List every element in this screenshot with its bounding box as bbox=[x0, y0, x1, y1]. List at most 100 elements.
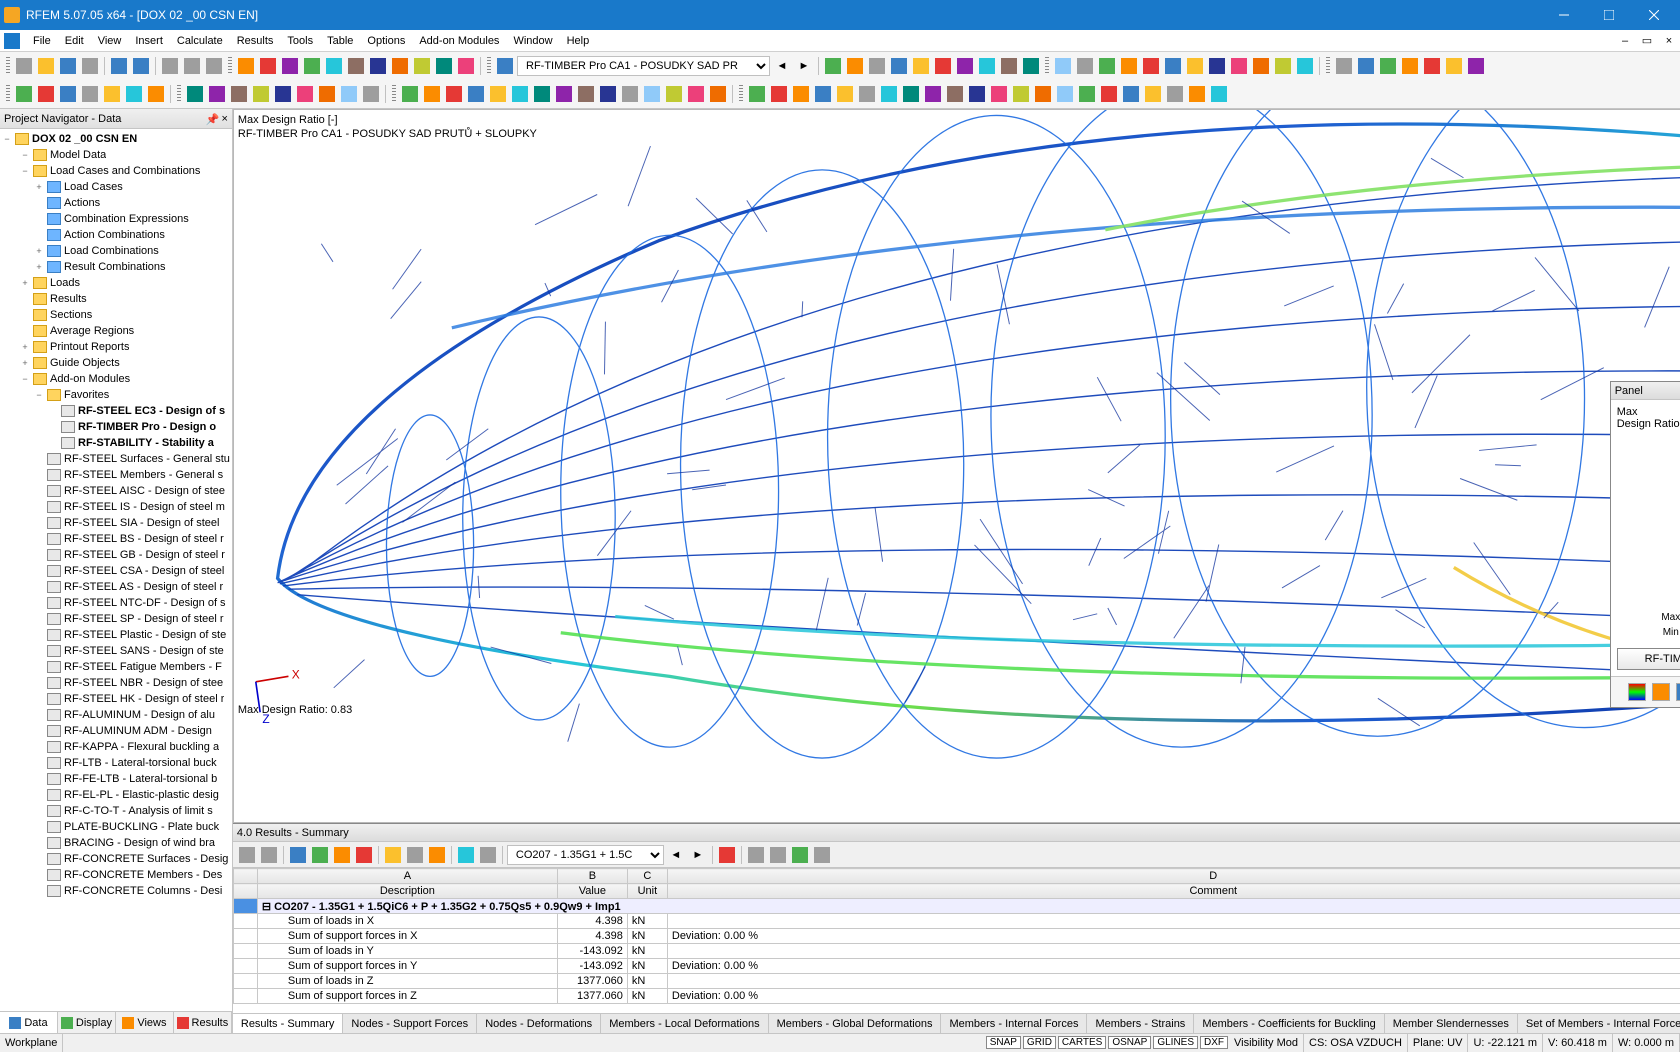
mdi-close-icon[interactable]: × bbox=[1658, 32, 1680, 50]
tb-icon[interactable] bbox=[911, 56, 931, 76]
tree-node[interactable]: RF-STEEL IS - Design of steel m bbox=[2, 499, 230, 515]
tb-icon[interactable] bbox=[620, 84, 640, 104]
next-icon[interactable]: ► bbox=[688, 845, 708, 865]
tree-node[interactable]: RF-TIMBER Pro - Design o bbox=[2, 419, 230, 435]
tb-icon[interactable] bbox=[339, 84, 359, 104]
tb-icon[interactable] bbox=[955, 56, 975, 76]
tb-icon[interactable] bbox=[823, 56, 843, 76]
results-tab[interactable]: Members - Strains bbox=[1087, 1014, 1194, 1033]
tb-icon[interactable] bbox=[708, 84, 728, 104]
tree-node[interactable]: RF-STEEL HK - Design of steel r bbox=[2, 691, 230, 707]
open-module-button[interactable]: RF-TIMBER Pro bbox=[1617, 648, 1680, 670]
grip-icon[interactable] bbox=[228, 57, 232, 75]
tree-node[interactable]: RF-C-TO-T - Analysis of limit s bbox=[2, 803, 230, 819]
grip-icon[interactable] bbox=[6, 57, 10, 75]
tb-icon[interactable] bbox=[1207, 56, 1227, 76]
tb-icon[interactable] bbox=[1021, 56, 1041, 76]
tab-display[interactable]: Display bbox=[58, 1012, 116, 1033]
tb-icon[interactable] bbox=[1187, 84, 1207, 104]
grid-group-row[interactable]: ⊟ CO207 - 1.35G1 + 1.5QiC6 + P + 1.35G2 … bbox=[233, 899, 1680, 914]
tb-icon[interactable] bbox=[295, 84, 315, 104]
tb-icon[interactable] bbox=[102, 84, 122, 104]
snap-button[interactable]: SNAP bbox=[986, 1036, 1021, 1049]
tree-node[interactable]: RF-STEEL NBR - Design of stee bbox=[2, 675, 230, 691]
menu-view[interactable]: View bbox=[91, 30, 129, 52]
results-tab[interactable]: Set of Members - Internal Forces bbox=[1518, 1014, 1680, 1033]
grip-icon[interactable] bbox=[392, 85, 396, 103]
tree-node[interactable]: −Model Data bbox=[2, 147, 230, 163]
grip-icon[interactable] bbox=[6, 85, 10, 103]
flag-icon[interactable] bbox=[717, 845, 737, 865]
tb-icon[interactable] bbox=[1334, 56, 1354, 76]
tb-icon[interactable] bbox=[185, 84, 205, 104]
close-button[interactable] bbox=[1631, 0, 1676, 30]
menu-edit[interactable]: Edit bbox=[58, 30, 91, 52]
tb-icon[interactable] bbox=[642, 84, 662, 104]
tb-icon[interactable] bbox=[532, 84, 552, 104]
tree-node[interactable]: RF-CONCRETE Members - Des bbox=[2, 867, 230, 883]
tb-icon[interactable] bbox=[427, 845, 447, 865]
results-combo[interactable]: RF-TIMBER Pro CA1 - POSUDKY SAD PR bbox=[517, 56, 770, 76]
tb-icon[interactable] bbox=[1053, 56, 1073, 76]
tb-icon[interactable] bbox=[768, 845, 788, 865]
tree-node[interactable]: RF-STEEL EC3 - Design of s bbox=[2, 403, 230, 419]
tree-node[interactable]: −Favorites bbox=[2, 387, 230, 403]
tb-icon[interactable] bbox=[1209, 84, 1229, 104]
results-tab[interactable]: Results - Summary bbox=[233, 1014, 344, 1033]
tb-icon[interactable] bbox=[368, 56, 388, 76]
next-icon[interactable]: ► bbox=[794, 56, 814, 76]
dxf-button[interactable]: DXF bbox=[1200, 1036, 1228, 1049]
tb-icon[interactable] bbox=[361, 84, 381, 104]
paste-icon[interactable] bbox=[204, 56, 224, 76]
tree-node[interactable]: Combination Expressions bbox=[2, 211, 230, 227]
tb-icon[interactable] bbox=[258, 56, 278, 76]
tb-icon[interactable] bbox=[510, 84, 530, 104]
undo-icon[interactable] bbox=[109, 56, 129, 76]
tb-icon[interactable] bbox=[383, 845, 403, 865]
panel-icon[interactable] bbox=[1628, 683, 1646, 701]
tb-icon[interactable] bbox=[434, 56, 454, 76]
pin-icon[interactable]: 📌 bbox=[205, 113, 217, 125]
results-tab[interactable]: Members - Coefficients for Buckling bbox=[1194, 1014, 1384, 1033]
tb-icon[interactable] bbox=[324, 56, 344, 76]
tb-icon[interactable] bbox=[288, 845, 308, 865]
tb-icon[interactable] bbox=[207, 84, 227, 104]
redo-icon[interactable] bbox=[131, 56, 151, 76]
tree-node[interactable]: +Loads bbox=[2, 275, 230, 291]
tb-icon[interactable] bbox=[813, 84, 833, 104]
cartes-button[interactable]: CARTES bbox=[1058, 1036, 1106, 1049]
tree-node[interactable]: −Load Cases and Combinations bbox=[2, 163, 230, 179]
tb-icon[interactable] bbox=[1295, 56, 1315, 76]
tb-icon[interactable] bbox=[400, 84, 420, 104]
tb-icon[interactable] bbox=[835, 84, 855, 104]
tb-icon[interactable] bbox=[857, 84, 877, 104]
tb-icon[interactable] bbox=[1356, 56, 1376, 76]
tree-node[interactable]: RF-KAPPA - Flexural buckling a bbox=[2, 739, 230, 755]
menu-window[interactable]: Window bbox=[506, 30, 559, 52]
tree-node[interactable]: BRACING - Design of wind bra bbox=[2, 835, 230, 851]
tb-icon[interactable] bbox=[259, 845, 279, 865]
tree-node[interactable]: Average Regions bbox=[2, 323, 230, 339]
tb-icon[interactable] bbox=[686, 84, 706, 104]
grid-row[interactable]: Sum of loads in Y-143.092kN bbox=[233, 944, 1680, 959]
tb-icon[interactable] bbox=[280, 56, 300, 76]
tb-icon[interactable] bbox=[1422, 56, 1442, 76]
grip-icon[interactable] bbox=[177, 85, 181, 103]
tb-icon[interactable] bbox=[576, 84, 596, 104]
results-tab[interactable]: Nodes - Support Forces bbox=[343, 1014, 477, 1033]
tb-icon[interactable] bbox=[598, 84, 618, 104]
tab-results[interactable]: Results bbox=[174, 1012, 232, 1033]
tb-icon[interactable] bbox=[237, 845, 257, 865]
tb-icon[interactable] bbox=[1400, 56, 1420, 76]
tb-icon[interactable] bbox=[14, 84, 34, 104]
tb-icon[interactable] bbox=[769, 84, 789, 104]
tree[interactable]: −DOX 02 _00 CSN EN−Model Data−Load Cases… bbox=[0, 129, 232, 1011]
tb-icon[interactable] bbox=[302, 56, 322, 76]
tb-icon[interactable] bbox=[456, 56, 476, 76]
open-icon[interactable] bbox=[36, 56, 56, 76]
tree-node[interactable]: RF-FE-LTB - Lateral-torsional b bbox=[2, 771, 230, 787]
menu-addon[interactable]: Add-on Modules bbox=[412, 30, 506, 52]
tree-node[interactable]: RF-EL-PL - Elastic-plastic desig bbox=[2, 787, 230, 803]
tb-icon[interactable] bbox=[1185, 56, 1205, 76]
tree-node[interactable]: RF-STEEL SP - Design of steel r bbox=[2, 611, 230, 627]
